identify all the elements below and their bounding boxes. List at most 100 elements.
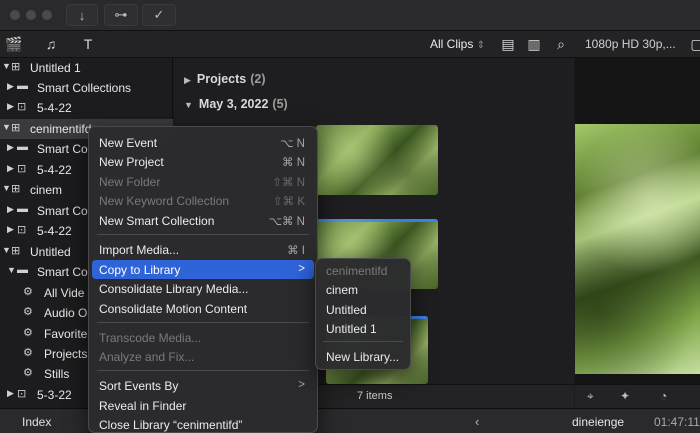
menu-item-label: New Keyword Collection <box>99 194 230 208</box>
menu-item-analyze-and-fix[interactable]: Analyze and Fix... <box>89 347 317 366</box>
menu-item-shortcut: ⇧⌘ N <box>272 177 305 189</box>
disclosure-triangle-icon[interactable]: ▼ <box>2 183 11 193</box>
gear-icon: ⚙ <box>23 367 33 379</box>
chevron-right-icon: > <box>298 263 305 275</box>
menu-item-label: New Project <box>99 155 164 169</box>
projects-group-header[interactable]: ▶ Projects (2) <box>184 72 266 86</box>
date-group-header[interactable]: ▼ May 3, 2022 (5) <box>184 97 288 111</box>
date-count: (5) <box>272 97 288 111</box>
disclosure-triangle-icon[interactable]: ▼ <box>2 61 11 71</box>
disclosure-triangle-icon[interactable]: ▶ <box>7 224 14 235</box>
event-star-icon: ⊡ <box>17 388 27 400</box>
menu-item-label: New Folder <box>99 175 161 189</box>
speed-icon[interactable]: ◔ <box>660 389 667 403</box>
viewer-options-icon[interactable]: ▢ <box>688 35 700 53</box>
disclosure-triangle-icon[interactable]: ▼ <box>2 245 11 255</box>
submenu-item-new-library[interactable]: New Library... <box>326 350 399 364</box>
libraries-icon[interactable]: 🎬 <box>5 35 23 53</box>
menu-item-consolidate-motion-content[interactable]: Consolidate Motion Content <box>89 299 317 318</box>
submenu-item-untitled[interactable]: Untitled <box>326 303 367 317</box>
checkmark-icon: ✓ <box>153 7 165 22</box>
chevron-right-icon: > <box>298 379 305 391</box>
disclosure-triangle-icon[interactable]: ▼ <box>184 100 193 110</box>
menu-item-label: Reveal in Finder <box>99 399 187 413</box>
menu-item-new-project[interactable]: New Project ⌘ N <box>89 152 317 171</box>
menu-item-reveal-in-finder[interactable]: Reveal in Finder <box>89 396 317 415</box>
viewer <box>575 58 700 384</box>
menu-item-label: Transcode Media... <box>99 331 202 345</box>
submenu-item-cinem[interactable]: cinem <box>326 283 358 297</box>
folder-icon: ▬ <box>17 80 28 92</box>
menu-separator <box>323 341 403 342</box>
menu-item-new-keyword-collection[interactable]: New Keyword Collection ⇧⌘ K <box>89 191 317 210</box>
library-icon: ⊞ <box>11 183 21 195</box>
sidebar-item-smart-collections[interactable]: ▶ ▬ Smart Collections <box>0 78 173 98</box>
minimize-window-button[interactable] <box>26 10 36 20</box>
sidebar-item-label: Untitled <box>30 245 71 259</box>
photos-audio-icon[interactable]: ♫ <box>42 35 60 53</box>
items-count: 7 items <box>357 390 393 402</box>
disclosure-triangle-icon[interactable]: ▼ <box>2 122 11 132</box>
crop-icon[interactable]: ⌖ <box>587 389 594 404</box>
submenu-item-untitled-1[interactable]: Untitled 1 <box>326 322 377 336</box>
disclosure-triangle-icon[interactable]: ▶ <box>7 142 14 153</box>
menu-item-label: New Event <box>99 136 158 150</box>
clip-filter-select[interactable]: All Clips ⇕ <box>430 37 485 51</box>
viewer-toolbar: ⌖ ✦ ◔ <box>575 384 700 408</box>
sidebar-item-label: 5-4-22 <box>37 101 72 115</box>
clip-thumbnail[interactable] <box>316 125 438 195</box>
menu-item-copy-to-library[interactable]: Copy to Library > <box>92 260 314 279</box>
disclosure-triangle-icon[interactable]: ▶ <box>7 204 14 215</box>
magic-wand-icon[interactable]: ✦ <box>620 389 630 403</box>
gear-icon: ⚙ <box>23 286 33 298</box>
disclosure-triangle-icon[interactable]: ▶ <box>184 75 191 85</box>
menu-item-new-smart-collection[interactable]: New Smart Collection ⌥⌘ N <box>89 211 317 230</box>
filmstrip-icon[interactable]: ▥ <box>525 35 543 53</box>
menu-item-shortcut: ⇧⌘ K <box>272 196 305 208</box>
sidebar-item-label: 5-4-22 <box>37 224 72 238</box>
library-context-menu: New Event ⌥ N New Project ⌘ N New Folder… <box>88 126 318 433</box>
menu-item-label: Sort Events By <box>99 379 179 393</box>
menu-item-transcode-media[interactable]: Transcode Media... <box>89 328 317 347</box>
sidebar-item-label: cenimentifd <box>30 122 92 136</box>
projects-label: Projects <box>196 72 247 86</box>
menu-item-shortcut: ⌥⌘ N <box>268 216 305 228</box>
sidebar-item-label: Favorite <box>44 327 88 341</box>
sidebar-item-untitled-1[interactable]: ▼ ⊞ Untitled 1 <box>0 58 173 78</box>
disclosure-triangle-icon[interactable]: ▶ <box>7 101 14 112</box>
disclosure-triangle-icon[interactable]: ▼ <box>7 265 16 275</box>
menu-item-import-media[interactable]: Import Media... ⌘ I <box>89 240 317 259</box>
sidebar-item-event[interactable]: ▶ ⊡ 5-4-22 <box>0 98 173 118</box>
menu-separator <box>97 322 309 323</box>
import-button[interactable]: ↓ <box>66 4 98 26</box>
folder-icon: ▬ <box>17 141 28 153</box>
disclosure-triangle-icon[interactable]: ▶ <box>7 81 14 92</box>
titles-generators-icon[interactable]: T <box>79 35 97 53</box>
event-star-icon: ⊡ <box>17 224 27 236</box>
menu-item-new-event[interactable]: New Event ⌥ N <box>89 133 317 152</box>
menu-item-new-folder[interactable]: New Folder ⇧⌘ N <box>89 172 317 191</box>
chevron-updown-icon: ⇕ <box>476 40 486 51</box>
keywords-button[interactable]: ⊶ <box>104 4 138 26</box>
index-button[interactable]: Index <box>22 415 51 429</box>
close-window-button[interactable] <box>10 10 20 20</box>
folder-icon: ▬ <box>17 264 28 276</box>
background-tasks-button[interactable]: ✓ <box>142 4 176 26</box>
zoom-window-button[interactable] <box>42 10 52 20</box>
menu-item-shortcut: ⌘ N <box>282 157 305 169</box>
chevron-left-icon[interactable]: ‹ <box>475 414 479 429</box>
viewer-format-label: 1080p HD 30p,... <box>585 37 676 51</box>
event-star-icon: ⊡ <box>17 163 27 175</box>
menu-item-consolidate-library-media[interactable]: Consolidate Library Media... <box>89 279 317 298</box>
menu-item-label: New Smart Collection <box>99 214 215 228</box>
menu-item-close-library[interactable]: Close Library “cenimentifd” <box>89 415 317 432</box>
submenu-item-cenimentifd[interactable]: cenimentifd <box>326 264 387 278</box>
menu-item-shortcut: ⌥ N <box>280 138 305 150</box>
menu-item-sort-events-by[interactable]: Sort Events By > <box>89 376 317 395</box>
sidebar-item-label: Smart Collections <box>37 81 132 95</box>
search-icon[interactable]: ⌕ <box>552 35 570 53</box>
clip-appearance-icon[interactable]: ▤ <box>499 35 517 53</box>
disclosure-triangle-icon[interactable]: ▶ <box>7 163 14 174</box>
disclosure-triangle-icon[interactable]: ▶ <box>7 388 14 399</box>
menu-item-label: Import Media... <box>99 243 180 257</box>
